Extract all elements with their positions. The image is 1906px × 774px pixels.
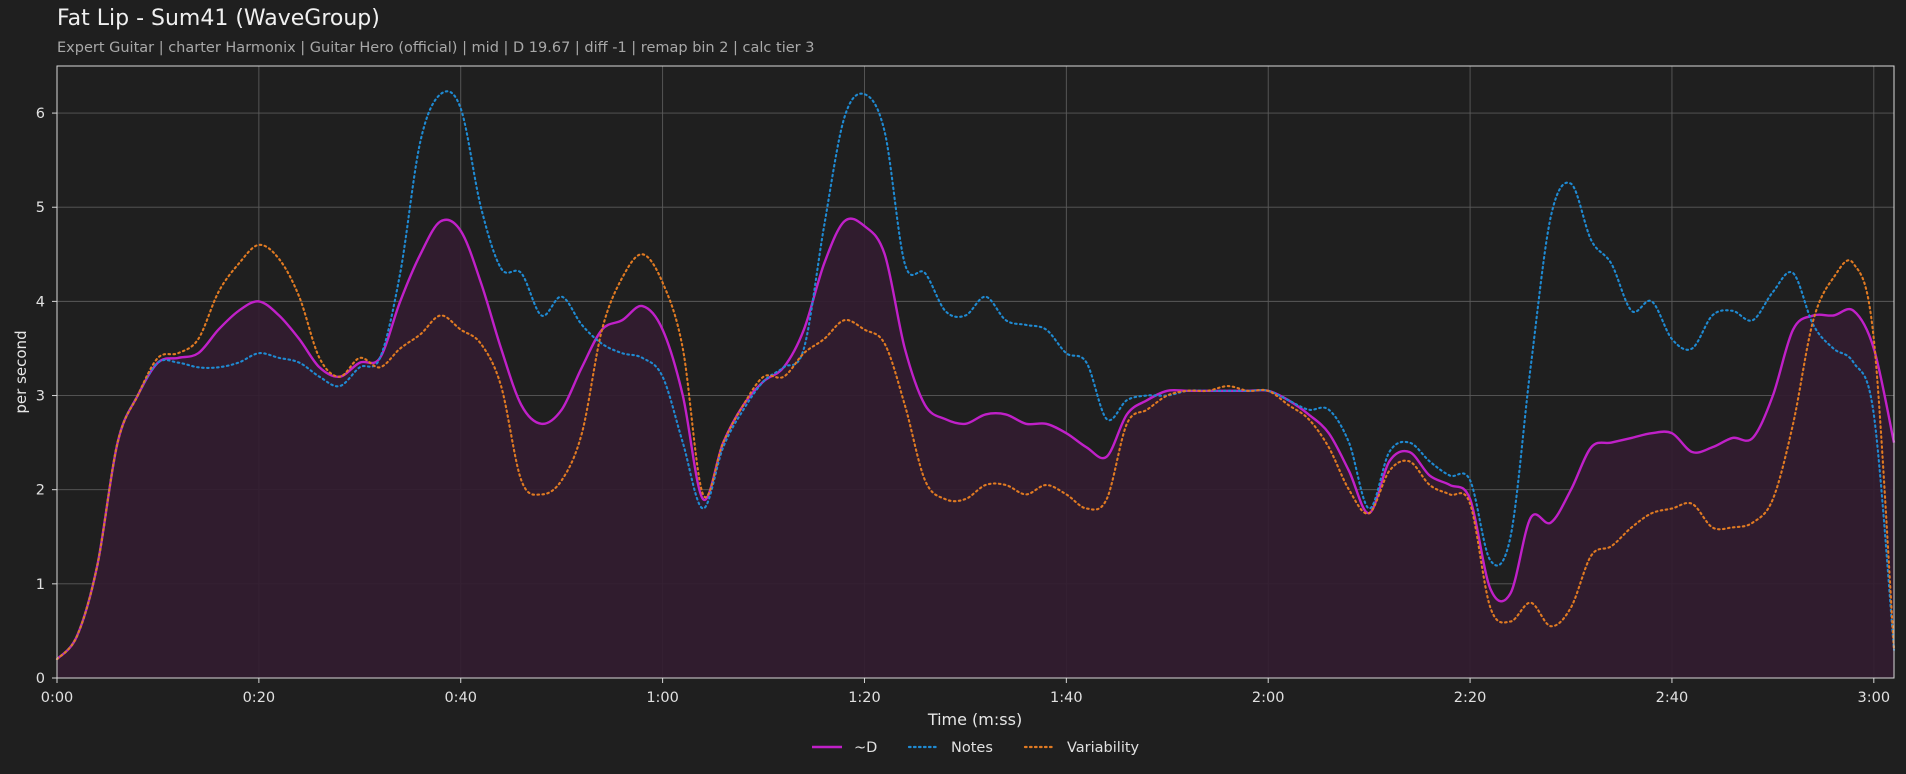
x-tick-label: 3:00 <box>1858 690 1891 706</box>
series-area-d <box>57 218 1894 678</box>
x-tick-label: 2:20 <box>1454 690 1487 706</box>
y-tick-label: 2 <box>36 483 45 499</box>
legend-label-d: ~D <box>854 740 877 756</box>
y-axis-label: per second <box>12 330 30 413</box>
x-axis-ticks: 0:00 0:20 0:40 1:00 1:20 1:40 2:00 2:20 2:40 3:00 <box>41 678 1890 706</box>
y-tick-label: 0 <box>36 671 45 687</box>
legend: ~D Notes Variability <box>812 740 1140 756</box>
x-axis-label: Time (m:ss) <box>927 710 1022 729</box>
y-tick-label: 5 <box>36 200 45 216</box>
x-tick-label: 2:40 <box>1656 690 1689 706</box>
x-tick-label: 2:00 <box>1252 690 1285 706</box>
y-tick-label: 6 <box>36 106 45 122</box>
y-tick-label: 3 <box>36 389 45 405</box>
y-tick-label: 1 <box>36 577 45 593</box>
y-tick-label: 4 <box>36 294 45 310</box>
y-axis-ticks: 0 1 2 3 4 5 6 <box>36 106 57 687</box>
x-tick-label: 0:00 <box>41 690 74 706</box>
x-tick-label: 1:20 <box>848 690 881 706</box>
x-tick-label: 0:20 <box>243 690 276 706</box>
x-tick-label: 0:40 <box>444 690 477 706</box>
legend-label-variability: Variability <box>1067 740 1140 756</box>
chart-canvas: 0:00 0:20 0:40 1:00 1:20 1:40 2:00 2:20 2:40 3:00… <box>12 65 1896 756</box>
series-fill-layer <box>57 218 1894 678</box>
x-tick-label: 1:00 <box>646 690 679 706</box>
legend-label-notes: Notes <box>951 740 993 756</box>
x-tick-label: 1:40 <box>1050 690 1083 706</box>
